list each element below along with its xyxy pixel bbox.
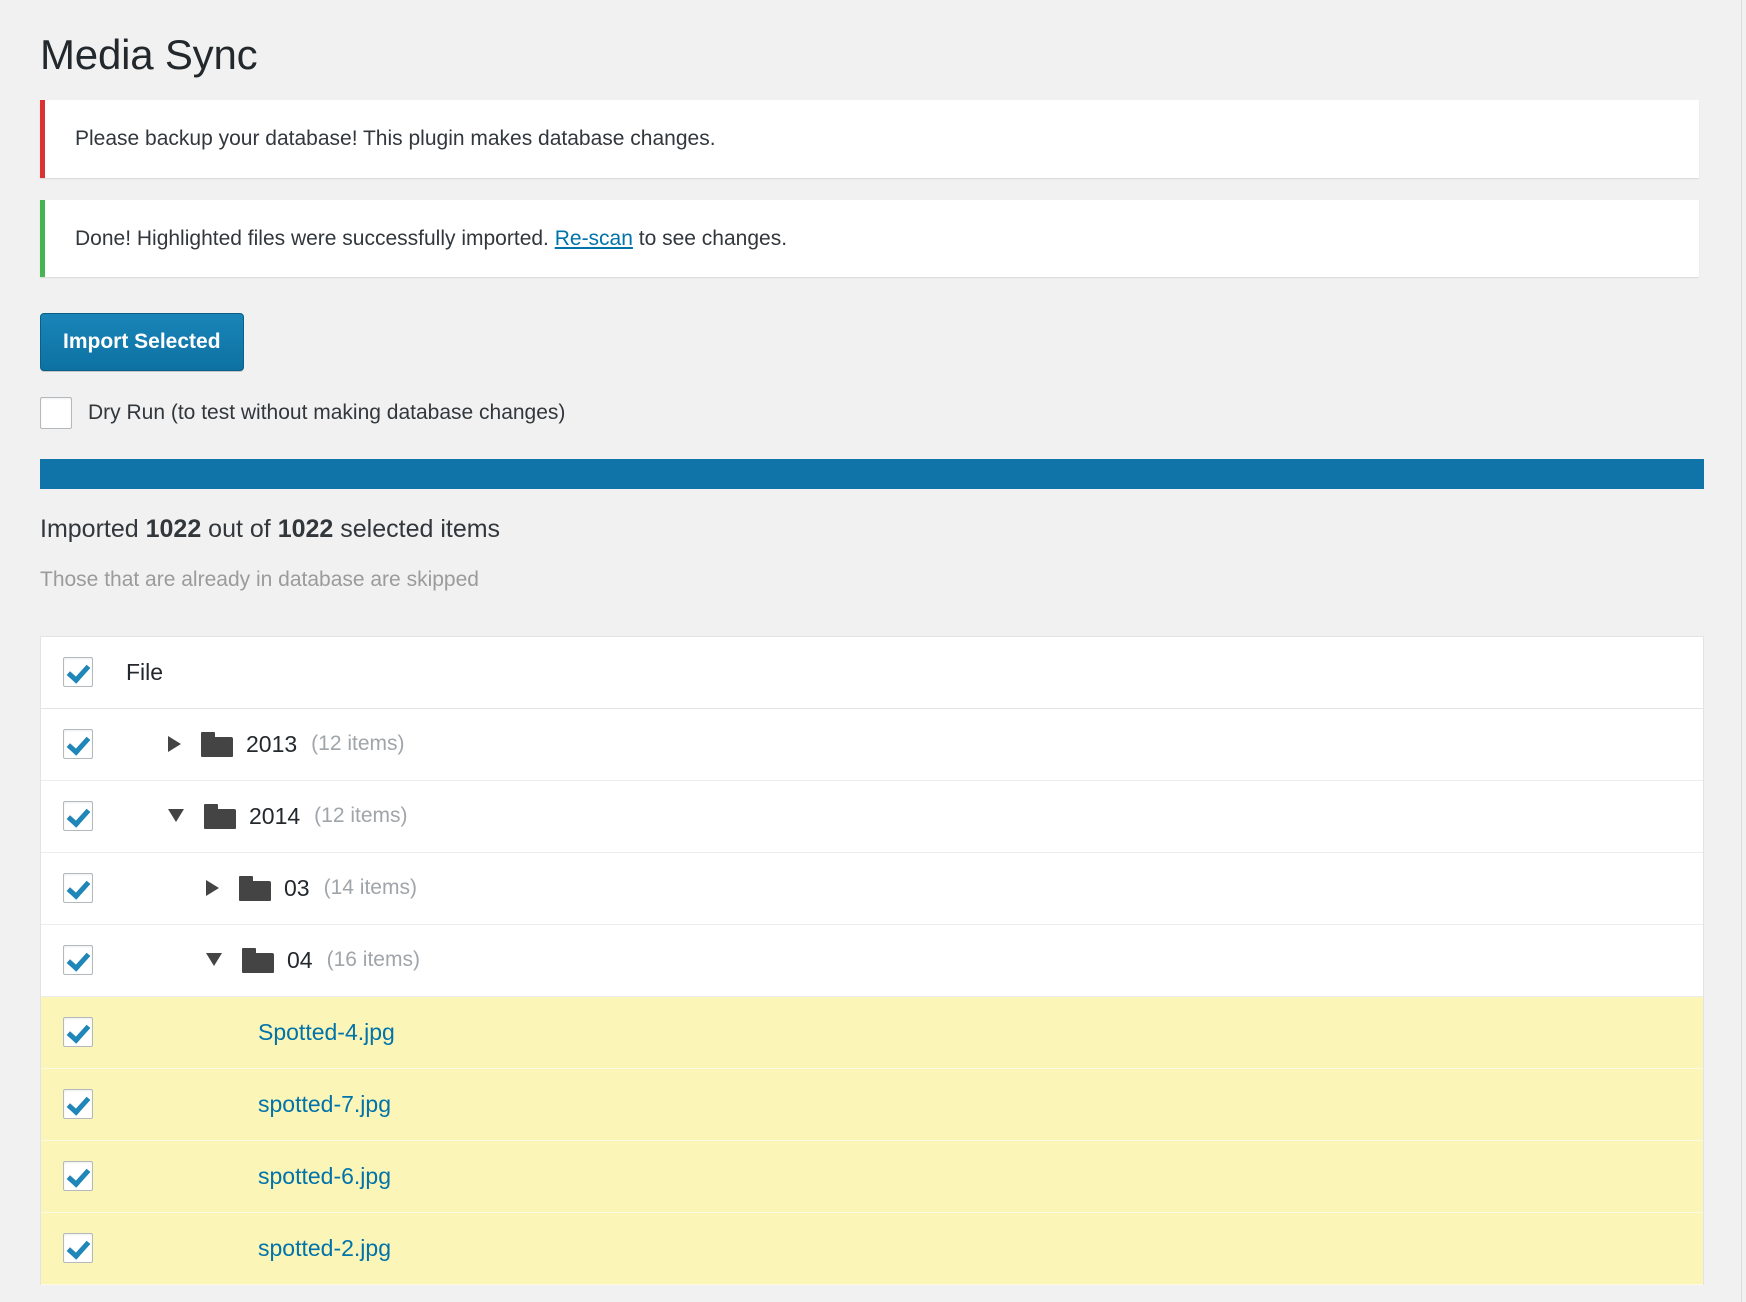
- folder-icon: [204, 803, 236, 829]
- row-checkbox-cell[interactable]: [41, 1017, 126, 1048]
- row-checkbox-cell[interactable]: [41, 729, 126, 760]
- chevron-down-icon[interactable]: [206, 952, 222, 966]
- import-status-line: Imported 1022 out of 1022 selected items: [40, 513, 1701, 546]
- row-checkbox-cell[interactable]: [41, 1233, 126, 1264]
- folder-item-count: (16 items): [326, 948, 420, 972]
- rescan-link[interactable]: Re-scan: [555, 227, 633, 250]
- file-name-link[interactable]: Spotted-4.jpg: [258, 1019, 395, 1046]
- row-checkbox[interactable]: [63, 801, 93, 832]
- row-checkbox-cell[interactable]: [41, 801, 126, 832]
- status-suffix: selected items: [333, 515, 501, 544]
- row-label-cell: 2014 (12 items): [126, 803, 1703, 830]
- chevron-down-icon[interactable]: [168, 808, 184, 822]
- status-middle: out of: [201, 515, 278, 544]
- notice-import-done: Done! Highlighted files were successfull…: [40, 199, 1699, 278]
- chevron-right-icon[interactable]: [206, 880, 219, 897]
- file-name-link[interactable]: spotted-6.jpg: [258, 1163, 391, 1190]
- total-count: 1022: [277, 515, 334, 544]
- chevron-right-icon[interactable]: [168, 736, 181, 753]
- notice-import-done-text: Done! Highlighted files were successfull…: [59, 201, 1685, 277]
- table-header-row: File: [41, 636, 1703, 709]
- folder-icon: [242, 947, 274, 973]
- file-tree-table: File 2013 (12 items) 2014 (12 items) 03 (14 i…: [40, 635, 1704, 1285]
- row-checkbox-cell[interactable]: [41, 1089, 126, 1120]
- row-checkbox-cell[interactable]: [41, 945, 126, 976]
- row-checkbox[interactable]: [63, 1017, 93, 1048]
- status-prefix: Imported: [40, 515, 146, 544]
- import-progress-fill: [40, 459, 1704, 490]
- folder-name: 04: [287, 946, 313, 973]
- page-title: Media Sync: [40, 31, 258, 78]
- folder-name: 2014: [249, 802, 301, 829]
- row-label-cell: 2013 (12 items): [126, 731, 1703, 758]
- folder-name: 2013: [246, 730, 298, 757]
- imported-count: 1022: [145, 515, 202, 544]
- row-label-cell: spotted-2.jpg: [126, 1235, 1703, 1262]
- folder-item-count: (14 items): [323, 876, 417, 900]
- row-checkbox[interactable]: [63, 729, 93, 760]
- folder-name: 03: [284, 874, 310, 901]
- row-label-cell: 04 (16 items): [126, 947, 1703, 974]
- file-row[interactable]: spotted-6.jpg: [41, 1140, 1703, 1213]
- file-name-link[interactable]: spotted-7.jpg: [258, 1091, 391, 1118]
- row-label-cell: spotted-7.jpg: [126, 1091, 1703, 1118]
- folder-item-count: (12 items): [314, 804, 408, 828]
- notice-backup-warning: Please backup your database! This plugin…: [40, 100, 1699, 178]
- import-selected-button[interactable]: Import Selected: [40, 313, 244, 372]
- folder-row[interactable]: 03 (14 items): [41, 852, 1703, 925]
- row-checkbox[interactable]: [63, 1233, 93, 1264]
- dry-run-checkbox[interactable]: [40, 397, 72, 430]
- column-header-file: File: [126, 658, 164, 685]
- row-checkbox[interactable]: [63, 1089, 93, 1120]
- row-checkbox[interactable]: [63, 945, 93, 976]
- file-row[interactable]: spotted-7.jpg: [41, 1068, 1703, 1141]
- folder-item-count: (12 items): [311, 732, 405, 756]
- row-checkbox-cell[interactable]: [41, 873, 126, 904]
- folder-icon: [201, 731, 233, 757]
- row-label-cell: 03 (14 items): [126, 875, 1703, 902]
- notice-done-prefix: Done! Highlighted files were successfull…: [75, 226, 555, 250]
- folder-icon: [239, 875, 271, 901]
- notice-backup-warning-text: Please backup your database! This plugin…: [75, 127, 716, 151]
- row-checkbox[interactable]: [63, 1161, 93, 1192]
- folder-row[interactable]: 04 (16 items): [41, 924, 1703, 997]
- row-checkbox[interactable]: [63, 873, 93, 904]
- row-label-cell: spotted-6.jpg: [126, 1163, 1703, 1190]
- file-tree-rows: 2013 (12 items) 2014 (12 items) 03 (14 items)…: [41, 708, 1703, 1285]
- file-row[interactable]: spotted-2.jpg: [41, 1212, 1703, 1285]
- file-row[interactable]: Spotted-4.jpg: [41, 996, 1703, 1069]
- folder-row[interactable]: 2014 (12 items): [41, 780, 1703, 853]
- row-label-cell: Spotted-4.jpg: [126, 1019, 1703, 1046]
- select-all-cell[interactable]: [41, 657, 126, 688]
- admin-page: Media Sync Please backup your database! …: [0, 0, 1742, 1302]
- import-progress-bar: [40, 459, 1704, 490]
- file-name-link[interactable]: spotted-2.jpg: [258, 1235, 391, 1262]
- notice-done-suffix: to see changes.: [632, 226, 788, 250]
- folder-row[interactable]: 2013 (12 items): [41, 708, 1703, 781]
- row-checkbox-cell[interactable]: [41, 1161, 126, 1192]
- select-all-checkbox[interactable]: [63, 657, 93, 688]
- dry-run-label: Dry Run (to test without making database…: [88, 401, 566, 425]
- skip-note: Those that are already in database are s…: [40, 567, 479, 591]
- dry-run-row[interactable]: Dry Run (to test without making database…: [40, 397, 1701, 430]
